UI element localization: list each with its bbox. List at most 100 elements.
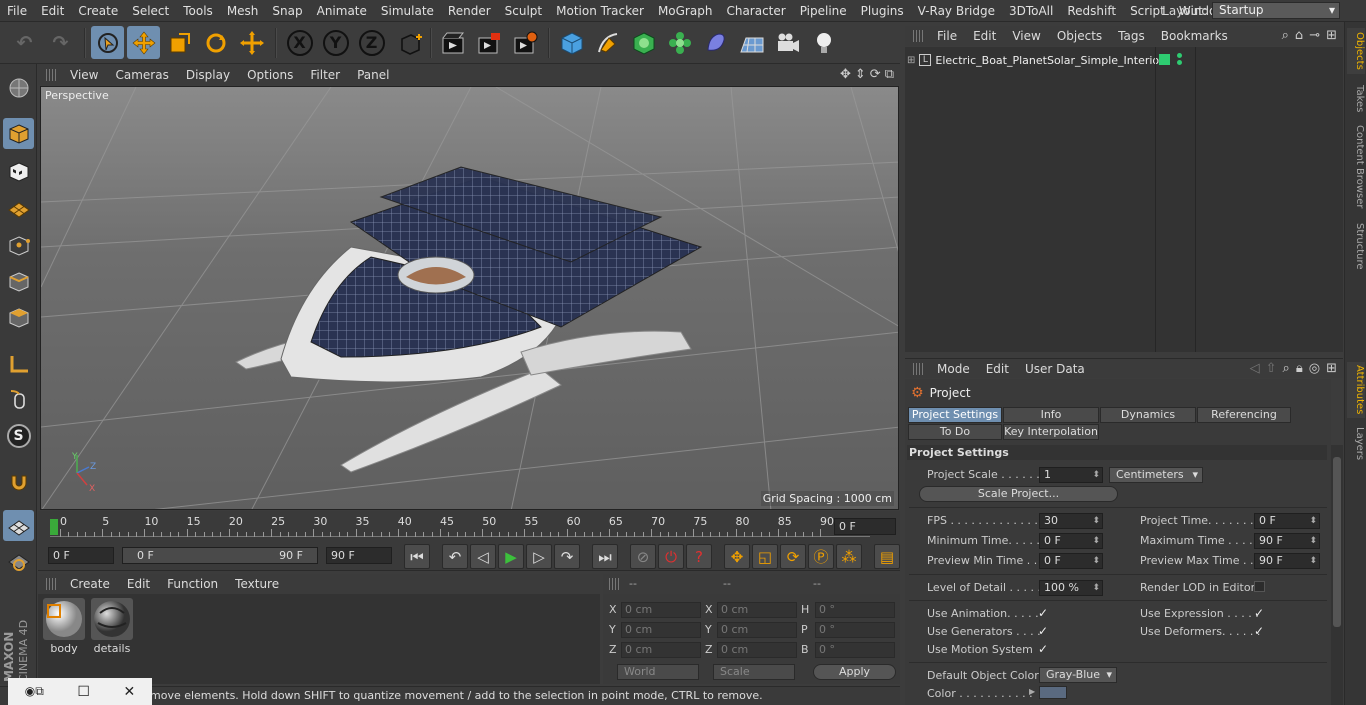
preview-max-time-field[interactable]: 90 F <box>1254 553 1320 569</box>
record-keys-icon[interactable]: ⊘ <box>630 544 656 569</box>
lock-icon[interactable]: 🔒︎ <box>1296 361 1303 376</box>
coord-value-field[interactable]: 0 ° <box>815 642 895 658</box>
layout-select[interactable]: Startup <box>1212 2 1340 19</box>
move-tool-icon[interactable] <box>127 26 160 59</box>
tab-project-settings[interactable]: Project Settings <box>908 407 1002 423</box>
use-animation-checkbox[interactable]: ✓ <box>1038 607 1050 619</box>
tab-attributes[interactable]: Attributes <box>1347 362 1365 418</box>
timeline-ruler[interactable]: 0 5 10 15 20 25 30 35 40 45 50 55 60 65 70 75 80 85 90 0 F <box>38 511 900 541</box>
menu-create[interactable]: Create <box>71 4 125 18</box>
home-icon[interactable]: ⌂ <box>1295 28 1303 43</box>
polygons-mode-icon[interactable] <box>3 302 34 333</box>
tab-to-do[interactable]: To Do <box>908 424 1002 440</box>
menu-edit[interactable]: Edit <box>34 4 71 18</box>
new-panel-icon[interactable]: ⊞ <box>1326 361 1337 376</box>
go-to-end-icon[interactable]: ⏭ <box>592 544 618 569</box>
tab-objects[interactable]: Objects <box>1347 28 1365 74</box>
cube-primitive-icon[interactable] <box>555 26 588 59</box>
play-icon[interactable]: ▶ <box>498 544 524 569</box>
render-picture-viewer-icon[interactable] <box>472 26 505 59</box>
render-lod-checkbox[interactable] <box>1254 581 1265 592</box>
menu-plugins[interactable]: Plugins <box>854 4 911 18</box>
recent-tool-icon[interactable] <box>235 26 268 59</box>
pan-icon[interactable]: ✥ <box>840 67 851 82</box>
tab-structure[interactable]: Structure <box>1347 220 1365 272</box>
viewport-menu-view[interactable]: View <box>70 68 98 82</box>
preview-range-slider[interactable]: 0 F 90 F <box>122 547 318 564</box>
expand-icon[interactable]: ⊞ <box>907 55 915 66</box>
menu-simulate[interactable]: Simulate <box>374 4 441 18</box>
search-icon[interactable]: ⌕ <box>1283 361 1290 376</box>
menu-redshift[interactable]: Redshift <box>1060 4 1123 18</box>
panel-grip[interactable] <box>913 30 925 42</box>
next-frame-icon[interactable]: ▷ <box>526 544 552 569</box>
key-rotation-icon[interactable]: ⟳ <box>780 544 806 569</box>
panel-grip[interactable] <box>913 362 925 375</box>
menu-motion-tracker[interactable]: Motion Tracker <box>549 4 651 18</box>
frame-ruler[interactable]: 0 5 10 15 20 25 30 35 40 45 50 55 60 65 70 75 80 85 90 <box>50 515 870 537</box>
coord-value-field[interactable]: 0 cm <box>717 622 797 638</box>
previous-frame-icon[interactable]: ◁ <box>470 544 496 569</box>
coord-value-field[interactable]: 0 cm <box>717 642 797 658</box>
tweak-mode-icon[interactable] <box>3 384 34 415</box>
maximize-view-icon[interactable]: ⧉ <box>885 67 894 82</box>
scale-tool-icon[interactable] <box>163 26 196 59</box>
viewport-camera-label[interactable]: Perspective <box>45 89 109 102</box>
menu-3dtoall[interactable]: 3DToAll <box>1002 4 1060 18</box>
tab-content-browser[interactable]: Content Browser <box>1347 124 1365 210</box>
object-menu-file[interactable]: File <box>937 29 957 43</box>
layer-color-tag[interactable] <box>1159 54 1170 65</box>
key-point-level-icon[interactable]: ⁂ <box>836 544 862 569</box>
key-parameter-icon[interactable]: Ⓟ <box>808 544 834 569</box>
coord-value-field[interactable]: 0 ° <box>815 602 895 618</box>
minimum-time-field[interactable]: 0 F <box>1039 533 1103 549</box>
menu-mesh[interactable]: Mesh <box>220 4 266 18</box>
material-menu-function[interactable]: Function <box>167 577 218 591</box>
object-row[interactable]: ⊞ L Electric_Boat_PlanetSolar_Simple_Int… <box>907 51 1164 69</box>
key-position-icon[interactable]: ✥ <box>724 544 750 569</box>
panel-grip[interactable] <box>46 68 58 81</box>
apply-button[interactable]: Apply <box>813 664 896 680</box>
material-details[interactable]: details <box>90 598 134 656</box>
object-menu-bookmarks[interactable]: Bookmarks <box>1161 29 1228 43</box>
attribute-menu-edit[interactable]: Edit <box>986 362 1009 376</box>
level-of-detail-field[interactable]: 100 % <box>1039 580 1103 596</box>
search-icon[interactable]: ⌕ <box>1282 28 1289 43</box>
viewport-menu-panel[interactable]: Panel <box>357 68 389 82</box>
object-menu-tags[interactable]: Tags <box>1118 29 1145 43</box>
y-axis-lock-icon[interactable]: Y <box>319 26 352 59</box>
magnet-icon[interactable] <box>3 466 34 497</box>
end-frame-field[interactable]: 90 F <box>326 547 392 564</box>
live-selection-icon[interactable] <box>91 26 124 59</box>
texture-mode-icon[interactable] <box>3 156 34 187</box>
project-time-field[interactable]: 0 F <box>1254 513 1320 529</box>
coord-value-field[interactable]: 0 cm <box>621 622 701 638</box>
object-menu-view[interactable]: View <box>1012 29 1040 43</box>
size-mode-select[interactable]: Scale <box>713 664 795 680</box>
scrollbar-thumb[interactable] <box>1333 457 1341 627</box>
coord-value-field[interactable]: 0 cm <box>621 642 701 658</box>
perspective-viewport[interactable]: Y Z X Perspective Grid Spacing : 1000 cm <box>40 86 899 510</box>
snap-toggle-icon[interactable]: S <box>3 420 34 451</box>
axis-mode-icon[interactable] <box>3 348 34 379</box>
x-axis-lock-icon[interactable]: X <box>283 26 316 59</box>
menu-select[interactable]: Select <box>125 4 176 18</box>
previous-key-icon[interactable]: ↶ <box>442 544 468 569</box>
object-menu-edit[interactable]: Edit <box>973 29 996 43</box>
viewport-menu-display[interactable]: Display <box>186 68 230 82</box>
visibility-dots-icon[interactable] <box>1177 53 1182 66</box>
undo-icon[interactable]: ↶ <box>8 26 41 59</box>
playhead-marker[interactable] <box>50 519 58 535</box>
redo-icon[interactable]: ↷ <box>44 26 77 59</box>
up-arrow-icon[interactable]: ⇧ <box>1266 361 1277 376</box>
attribute-scrollbar[interactable] <box>1331 445 1343 705</box>
attribute-menu-mode[interactable]: Mode <box>937 362 970 376</box>
material-menu-create[interactable]: Create <box>70 577 110 591</box>
spline-pen-icon[interactable] <box>591 26 624 59</box>
dolly-icon[interactable]: ⇕ <box>855 67 866 82</box>
timeline-window-icon[interactable]: ▤ <box>874 544 900 569</box>
viewport-menu-options[interactable]: Options <box>247 68 293 82</box>
menu-pipeline[interactable]: Pipeline <box>793 4 854 18</box>
workplane-grid-icon[interactable] <box>3 510 34 541</box>
object-menu-objects[interactable]: Objects <box>1057 29 1102 43</box>
